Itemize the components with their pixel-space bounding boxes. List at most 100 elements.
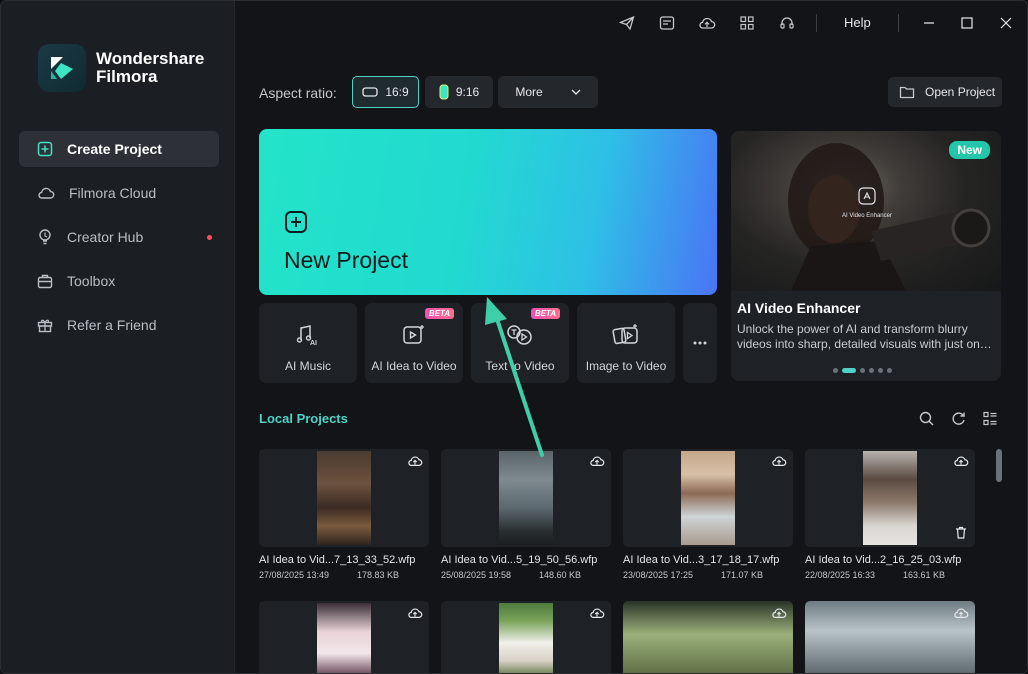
carousel-dot[interactable] [869, 368, 874, 373]
new-project-button[interactable]: New Project [259, 129, 717, 295]
cloud-upload-icon[interactable] [589, 454, 605, 468]
project-card[interactable] [441, 601, 611, 673]
sidebar-item-creator-hub[interactable]: Creator Hub [19, 219, 219, 255]
sidebar: Wondershare Filmora Create Project Filmo… [1, 1, 235, 673]
project-card[interactable] [623, 601, 793, 673]
notification-dot [207, 235, 212, 240]
calendar-icon[interactable] [657, 13, 677, 33]
thumbnail-image [317, 603, 371, 673]
ellipsis-icon [693, 341, 707, 345]
project-card[interactable]: AI Idea to Vid...5_19_50_56.wfp 25/08/20… [441, 449, 611, 580]
sidebar-item-label: Creator Hub [67, 229, 144, 245]
cloud-upload-icon[interactable] [953, 606, 969, 620]
cloud-upload-icon[interactable] [407, 454, 423, 468]
refresh-icon[interactable] [949, 409, 967, 427]
project-card[interactable]: AI Idea to Vid...2_16_25_03.wfp 22/08/20… [805, 449, 975, 580]
project-size: 148.60 KB [538, 570, 581, 580]
music-ai-icon: AI [296, 323, 320, 347]
more-tools-button[interactable] [683, 303, 717, 383]
promo-description: Unlock the power of AI and transform blu… [737, 322, 992, 351]
carousel-dot[interactable] [833, 368, 838, 373]
carousel-dots [833, 368, 892, 373]
tool-label: Image to Video [585, 359, 667, 373]
project-name: AI Idea to Vid...7_13_33_52.wfp [259, 554, 416, 566]
view-list-icon[interactable] [981, 409, 999, 427]
cloud-upload-icon[interactable] [407, 606, 423, 620]
tool-ai-music[interactable]: AI AI Music [259, 303, 357, 383]
aspect-option-label: 9:16 [455, 85, 480, 99]
search-icon[interactable] [917, 409, 935, 427]
scrollbar-thumb[interactable] [996, 449, 1002, 482]
project-thumbnail [805, 449, 975, 547]
project-thumbnail [441, 601, 611, 673]
project-card[interactable] [805, 601, 975, 673]
new-badge: New [949, 141, 990, 159]
sidebar-item-toolbox[interactable]: Toolbox [19, 263, 219, 299]
project-card[interactable]: AI Idea to Vid...3_17_18_17.wfp 23/08/20… [623, 449, 793, 580]
project-thumbnail [805, 601, 975, 673]
project-meta: 25/08/2025 19:58 148.60 KB [441, 570, 611, 580]
brand-line-2: Filmora [96, 67, 158, 86]
aspect-option-label: 16:9 [385, 85, 409, 99]
separator [816, 14, 817, 32]
project-thumbnail [623, 601, 793, 673]
carousel-dot[interactable] [860, 368, 865, 373]
project-name: AI Idea to Vid...3_17_18_17.wfp [623, 554, 780, 566]
enhancer-icon [858, 187, 876, 205]
send-icon[interactable] [617, 13, 637, 33]
brand-line-1: Wondershare [96, 49, 205, 68]
trash-icon[interactable] [955, 526, 967, 539]
aspect-more-dropdown[interactable]: More [498, 76, 598, 108]
thumbnail-image [863, 451, 917, 545]
project-card[interactable] [259, 601, 429, 673]
open-project-label: Open Project [925, 85, 996, 99]
folder-icon [899, 86, 915, 99]
plus-square-icon [37, 141, 53, 157]
thumbnail-image [317, 451, 371, 545]
sidebar-item-refer-a-friend[interactable]: Refer a Friend [19, 307, 219, 343]
cloud-upload-icon[interactable] [589, 606, 605, 620]
title-bar: Help [235, 1, 1027, 45]
thumbnail-image [499, 603, 553, 673]
carousel-dot-active[interactable] [842, 368, 856, 373]
project-thumbnail [259, 449, 429, 547]
minimize-icon[interactable] [919, 13, 939, 33]
brand-name: Wondershare Filmora [96, 50, 204, 86]
project-size: 178.83 KB [356, 570, 399, 580]
carousel-dot[interactable] [878, 368, 883, 373]
help-menu[interactable]: Help [844, 15, 871, 30]
tool-image-to-video[interactable]: Image to Video [577, 303, 675, 383]
close-icon[interactable] [996, 13, 1016, 33]
filmora-window: Wondershare Filmora Create Project Filmo… [0, 0, 1028, 674]
separator [898, 14, 899, 32]
project-card[interactable]: AI Idea to Vid...7_13_33_52.wfp 27/08/20… [259, 449, 429, 580]
aspect-9-16-button[interactable]: 9:16 [425, 76, 493, 108]
sidebar-item-create-project[interactable]: Create Project [19, 131, 219, 167]
sidebar-item-filmora-cloud[interactable]: Filmora Cloud [19, 175, 219, 211]
grid-apps-icon[interactable] [737, 13, 757, 33]
sidebar-nav: Create Project Filmora Cloud Creator Hub [19, 131, 219, 351]
project-thumbnail [623, 449, 793, 547]
brand: Wondershare Filmora [38, 44, 204, 92]
tool-ai-idea-to-video[interactable]: BETA AI Idea to Video [365, 303, 463, 383]
sidebar-item-label: Create Project [67, 141, 162, 157]
cloud-upload-icon[interactable] [953, 454, 969, 468]
project-date: 22/08/2025 16:33 [805, 570, 876, 580]
project-thumbnail [259, 601, 429, 673]
tool-label: Text to Video [485, 359, 555, 373]
local-projects-title: Local Projects [259, 411, 348, 426]
aspect-ratio-label: Aspect ratio: [259, 85, 337, 101]
tool-text-to-video[interactable]: BETA Text to Video [471, 303, 569, 383]
maximize-icon[interactable] [957, 13, 977, 33]
promo-card[interactable]: New AI Video Enhancer AI Video Enhancer … [731, 131, 1001, 381]
headset-icon[interactable] [777, 13, 797, 33]
cloud-upload-icon[interactable] [771, 606, 787, 620]
promo-feature-mark: AI Video Enhancer [839, 187, 895, 219]
project-thumbnail [441, 449, 611, 547]
cloud-upload-icon[interactable] [771, 454, 787, 468]
aspect-16-9-button[interactable]: 16:9 [352, 76, 419, 108]
carousel-dot[interactable] [887, 368, 892, 373]
cloud-upload-icon[interactable] [697, 13, 717, 33]
open-project-button[interactable]: Open Project [888, 77, 1002, 107]
project-name: AI Idea to Vid...2_16_25_03.wfp [805, 554, 962, 566]
